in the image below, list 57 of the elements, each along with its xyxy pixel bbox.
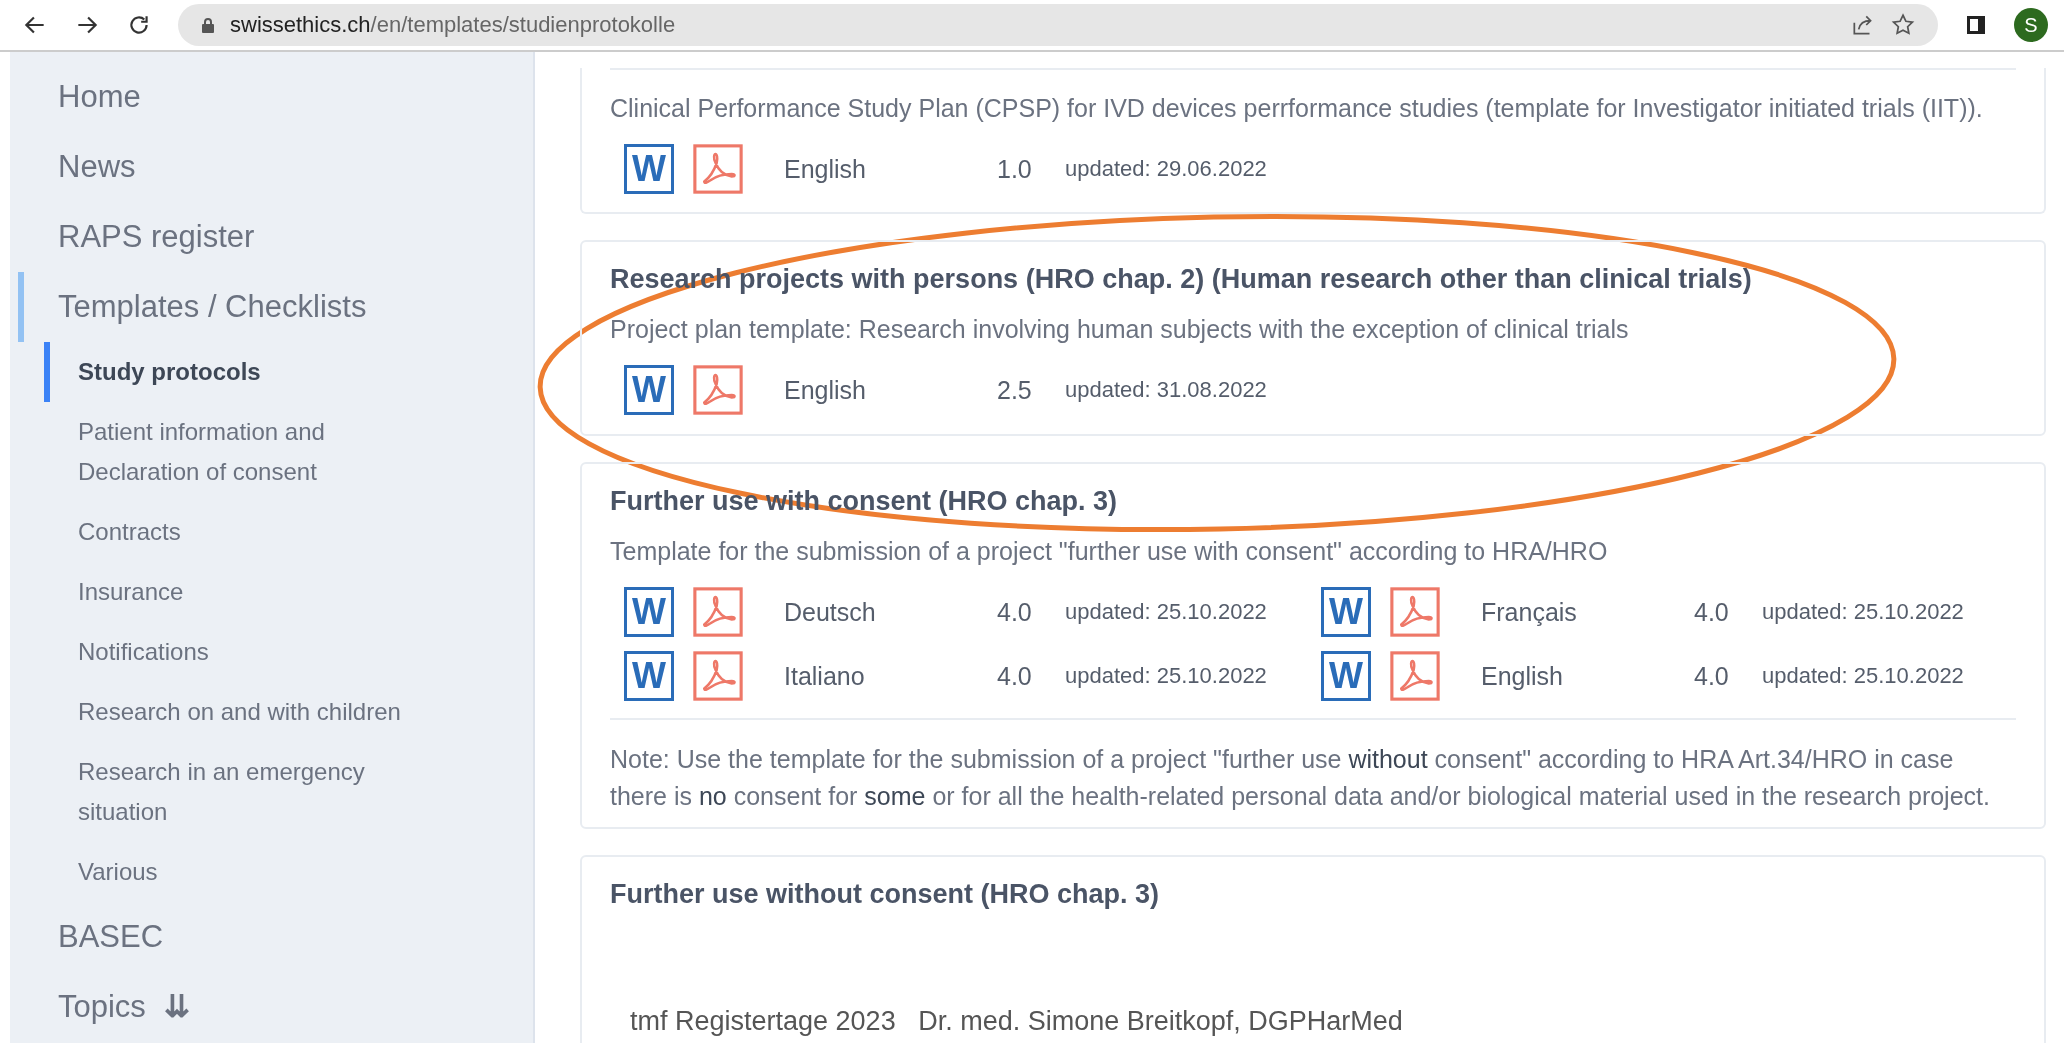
sidebar-item[interactable]: RAPS register: [18, 202, 533, 272]
star-icon[interactable]: [1890, 12, 1916, 38]
card-description: Clinical Performance Study Plan (CPSP) for IVD devices perrformance studies (template for Investigator initiated trials (IIT)).: [610, 93, 1984, 124]
pdf-icon[interactable]: [693, 587, 743, 637]
word-document-icon[interactable]: W: [624, 587, 674, 637]
sidebar-subitem[interactable]: Research in an emergency situation: [44, 742, 428, 842]
sidebar-subitem[interactable]: Research on and with children: [44, 682, 428, 742]
updated-date: updated: 31.08.2022: [1065, 377, 1267, 403]
pdf-icon[interactable]: [693, 144, 743, 194]
language-label: Français: [1481, 597, 1578, 627]
word-document-icon[interactable]: W: [624, 365, 674, 415]
pdf-icon[interactable]: [1390, 651, 1440, 701]
version-number: 4.0: [1694, 661, 1730, 691]
side-panel-icon[interactable]: [1964, 13, 1988, 37]
profile-avatar[interactable]: S: [2014, 8, 2048, 42]
sidebar-item[interactable]: Topics ⇊: [18, 972, 533, 1042]
slide-footer: tmf Registertage 2023 Dr. med. Simone Breitkopf, DGPHarMed: [630, 1006, 1403, 1037]
card-description: Template for the submission of a project "further use with consent" according to HRA/HRO: [610, 536, 1609, 567]
language-label: English: [784, 375, 867, 405]
updated-date: updated: 25.10.2022: [1065, 599, 1267, 625]
address-bar[interactable]: swissethics.ch/en/templates/studienprotokolle: [178, 4, 1938, 46]
updated-date: updated: 25.10.2022: [1762, 663, 1964, 689]
language-label: Italiano: [784, 661, 866, 691]
word-document-icon[interactable]: W: [624, 651, 674, 701]
sidebar-item[interactable]: News: [18, 132, 533, 202]
version-number: 2.5: [997, 375, 1033, 405]
version-number: 4.0: [997, 661, 1033, 691]
sidebar-subitem[interactable]: Contracts: [44, 502, 428, 562]
updated-date: updated: 29.06.2022: [1065, 156, 1267, 182]
word-document-icon[interactable]: W: [1321, 651, 1371, 701]
pdf-icon[interactable]: [693, 365, 743, 415]
updated-date: updated: 25.10.2022: [1065, 663, 1267, 689]
pdf-icon[interactable]: [693, 651, 743, 701]
expand-icon[interactable]: ⇊: [163, 987, 190, 1027]
sidebar-item[interactable]: Templates / Checklists: [18, 272, 533, 342]
sidebar-item[interactable]: BASEC: [18, 902, 533, 972]
card-note: Note: Use the template for the submission of a project "further use without consent" according to HRA Art.34/HRO in case there is no consent for some or for all the health-related personal data and/or biological material used in the research project.: [610, 744, 1991, 812]
sidebar-item[interactable]: Home: [18, 62, 533, 132]
sidebar-subitem[interactable]: Insurance: [44, 562, 428, 622]
word-document-icon[interactable]: W: [624, 144, 674, 194]
language-label: Deutsch: [784, 597, 877, 627]
language-label: English: [784, 154, 867, 184]
card-description: Project plan template: Research involving human subjects with the exception of clinical trials: [610, 314, 1630, 345]
sidebar-subitem[interactable]: Various: [44, 842, 428, 902]
updated-date: updated: 25.10.2022: [1762, 599, 1964, 625]
version-number: 4.0: [1694, 597, 1730, 627]
word-document-icon[interactable]: W: [1321, 587, 1371, 637]
url-text: swissethics.ch/en/templates/studienprotokolle: [230, 12, 676, 38]
version-number: 1.0: [997, 154, 1033, 184]
sidebar-subitem[interactable]: Notifications: [44, 622, 428, 682]
sidebar-subitem[interactable]: Patient information and Declaration of consent: [44, 402, 428, 502]
pdf-icon[interactable]: [1390, 587, 1440, 637]
card-title: Further use without consent (HRO chap. 3): [610, 878, 1161, 911]
language-label: English: [1481, 661, 1564, 691]
lock-icon: [200, 16, 216, 34]
sidebar-subitem[interactable]: Study protocols: [44, 342, 428, 402]
version-number: 4.0: [997, 597, 1033, 627]
